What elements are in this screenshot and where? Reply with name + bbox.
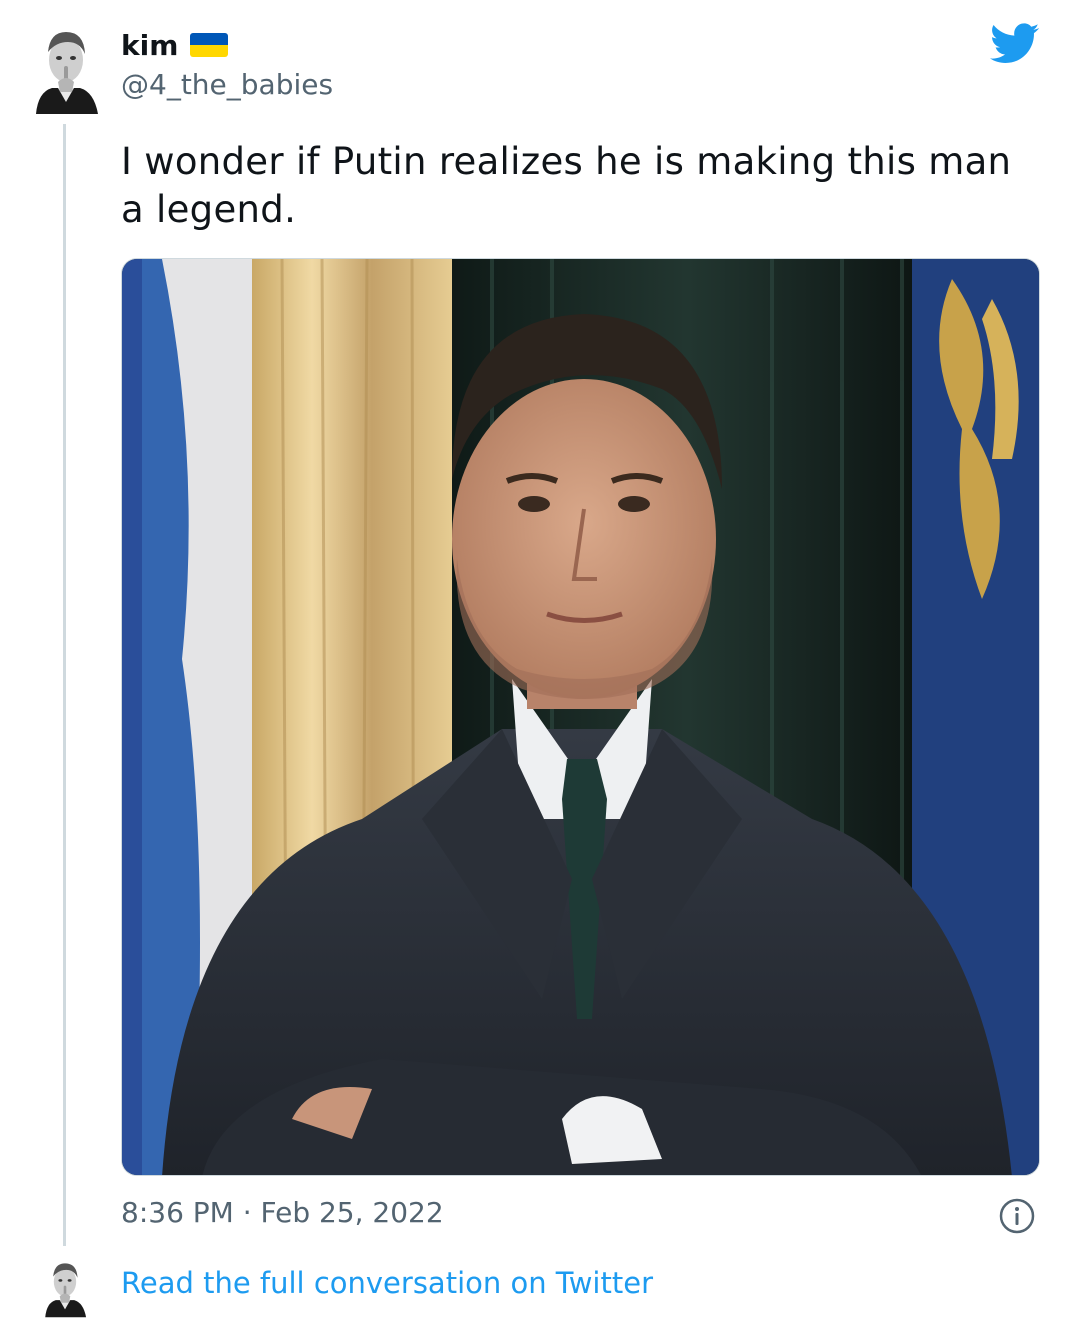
tweet-card: kim @4_the_babies I wonder if Putin real…: [0, 0, 1066, 1322]
tweet-photo[interactable]: [121, 258, 1040, 1176]
tweet-text: I wonder if Putin realizes he is making …: [121, 140, 1012, 231]
author-avatar[interactable]: [28, 22, 104, 114]
tweet-timestamp[interactable]: 8:36 PM · Feb 25, 2022: [121, 1196, 444, 1229]
thread-line: [63, 124, 66, 1246]
author-display-name[interactable]: kim: [121, 29, 178, 62]
read-full-conversation-link[interactable]: Read the full conversation on Twitter: [121, 1266, 653, 1300]
twitter-bird-icon[interactable]: [990, 22, 1040, 66]
conversation-avatar: [40, 1255, 90, 1319]
author-name-row[interactable]: kim: [121, 26, 229, 64]
author-handle[interactable]: @4_the_babies: [121, 68, 333, 101]
info-icon[interactable]: [998, 1197, 1036, 1235]
ukraine-flag-icon: [190, 33, 229, 57]
